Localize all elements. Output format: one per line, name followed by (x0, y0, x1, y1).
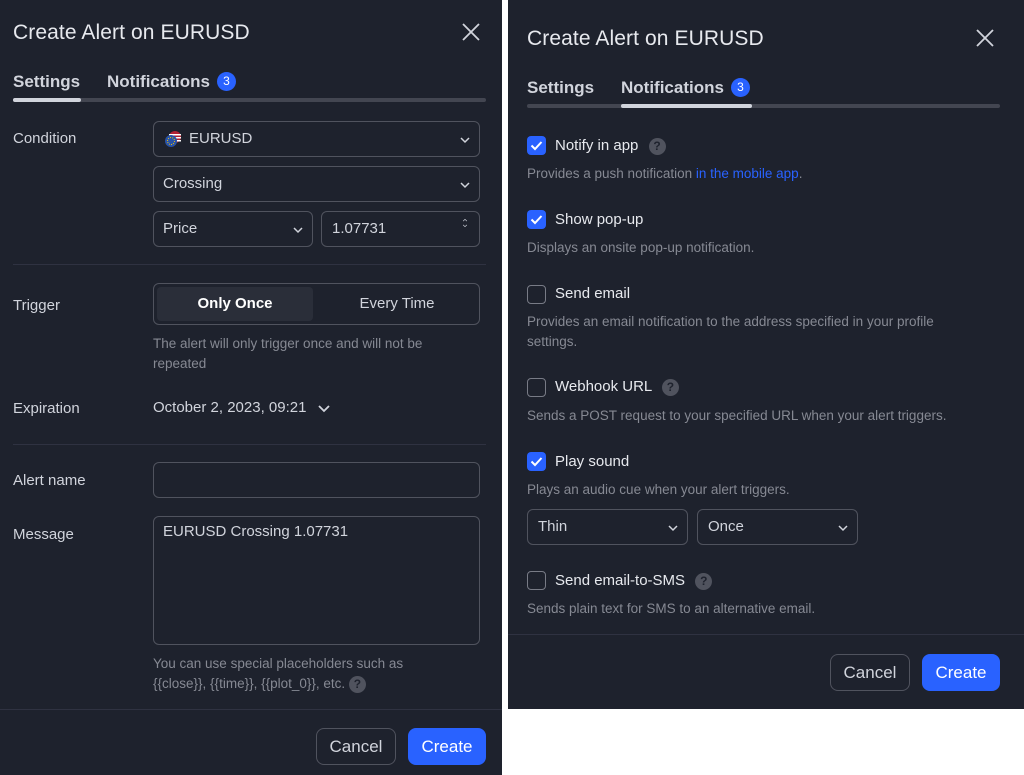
chevron-down-icon (459, 178, 471, 190)
cancel-button[interactable]: Cancel (316, 728, 396, 765)
expiration-value: October 2, 2023, 09:21 (153, 399, 307, 416)
message-value: EURUSD Crossing 1.07731 (163, 523, 349, 540)
notify-in-app-row: Notify in app ? (555, 137, 666, 155)
help-icon[interactable]: ? (648, 137, 666, 155)
checkmark-icon (530, 215, 543, 225)
send-email-to-sms-label: Send email-to-SMS (555, 572, 686, 589)
tab-track (13, 98, 486, 102)
chevron-down-icon (667, 521, 679, 533)
sound-repeat-value: Once (708, 518, 744, 535)
alert-name-label: Alert name (13, 472, 86, 489)
notify-in-app-label: Notify in app (555, 137, 639, 154)
tab-active-indicator (621, 104, 752, 108)
send-email-desc-line1: Provides an email notification to the ad… (527, 314, 934, 329)
price-value-input[interactable]: 1.07731 (321, 211, 480, 247)
operator-select[interactable]: Crossing (153, 166, 480, 202)
chevron-down-icon (317, 401, 331, 415)
expiration-picker[interactable]: October 2, 2023, 09:21 (153, 399, 331, 419)
footer-divider (508, 634, 1024, 635)
play-sound-desc: Plays an audio cue when your alert trigg… (527, 482, 790, 497)
send-email-desc-line2: settings. (527, 334, 578, 349)
sound-name-value: Thin (538, 518, 568, 535)
message-hint-line2-wrap: {{close}}, {{time}}, {{plot_0}}, etc. ? (153, 674, 483, 694)
webhook-url-checkbox[interactable] (527, 378, 546, 397)
show-popup-checkbox[interactable] (527, 210, 546, 229)
send-email-label: Send email (555, 285, 631, 302)
cancel-button[interactable]: Cancel (830, 654, 910, 691)
trigger-only-once[interactable]: Only Once (157, 287, 313, 321)
chevron-down-icon (459, 133, 471, 145)
notify-in-app-desc-text: Provides a push notification (527, 166, 696, 181)
trigger-segmented-control: Only Once Every Time (153, 283, 480, 325)
notifications-count-badge: 3 (731, 78, 750, 97)
message-hint: You can use special placeholders such as… (153, 654, 483, 694)
help-icon[interactable]: ? (661, 378, 679, 396)
webhook-url-row: Webhook URL ? (555, 378, 679, 396)
help-icon[interactable]: ? (348, 675, 366, 693)
show-popup-desc: Displays an onsite pop-up notification. (527, 240, 755, 255)
message-hint-line1: You can use special placeholders such as (153, 656, 404, 671)
message-hint-line2: {{close}}, {{time}}, {{plot_0}}, etc. (153, 676, 346, 691)
symbol-value: EURUSD (189, 130, 253, 147)
message-textarea[interactable]: EURUSD Crossing 1.07731 (153, 516, 480, 645)
settings-dialog: Create Alert on EURUSD Settings Notifica… (0, 0, 502, 775)
eurusd-flag-icon (164, 130, 182, 148)
chevron-down-icon (292, 223, 304, 235)
notify-in-app-desc-end: . (798, 166, 803, 181)
notify-in-app-checkbox[interactable] (527, 136, 546, 155)
alert-name-input[interactable] (153, 462, 480, 498)
notifications-count-badge: 3 (217, 72, 236, 91)
send-email-desc: Provides an email notification to the ad… (527, 312, 1007, 352)
divider (13, 264, 486, 265)
webhook-url-label: Webhook URL (555, 378, 652, 395)
chevron-down-icon (837, 521, 849, 533)
send-email-to-sms-checkbox[interactable] (527, 571, 546, 590)
close-icon[interactable] (459, 20, 483, 44)
message-label: Message (13, 526, 74, 543)
tab-settings[interactable]: Settings (13, 72, 80, 92)
sound-repeat-select[interactable]: Once (697, 509, 858, 545)
trigger-every-time[interactable]: Every Time (317, 287, 477, 321)
trigger-label: Trigger (13, 297, 60, 314)
operator-value: Crossing (163, 175, 223, 192)
send-email-to-sms-row: Send email-to-SMS ? (555, 572, 713, 590)
tab-notifications[interactable]: Notifications (621, 78, 724, 98)
tab-active-indicator (13, 98, 81, 102)
close-icon[interactable] (973, 26, 997, 50)
show-popup-label: Show pop-up (555, 211, 644, 228)
sound-name-select[interactable]: Thin (527, 509, 688, 545)
send-email-to-sms-desc: Sends plain text for SMS to an alternati… (527, 601, 816, 616)
expiration-label: Expiration (13, 400, 80, 417)
play-sound-checkbox[interactable] (527, 452, 546, 471)
tab-notifications[interactable]: Notifications (107, 72, 210, 92)
send-email-checkbox[interactable] (527, 285, 546, 304)
dialog-title: Create Alert on EURUSD (527, 27, 764, 50)
condition-label: Condition (13, 130, 77, 147)
price-value: 1.07731 (332, 220, 387, 237)
mobile-app-link[interactable]: in the mobile app (696, 166, 799, 181)
help-icon[interactable]: ? (695, 572, 713, 590)
divider (13, 444, 486, 445)
notify-in-app-desc: Provides a push notification in the mobi… (527, 164, 802, 184)
checkmark-icon (530, 457, 543, 467)
symbol-select[interactable]: EURUSD (153, 121, 480, 157)
trigger-hint: The alert will only trigger once and wil… (153, 336, 423, 371)
stepper-icon[interactable] (459, 216, 471, 242)
dialog-title: Create Alert on EURUSD (13, 21, 250, 44)
checkmark-icon (530, 141, 543, 151)
play-sound-label: Play sound (555, 453, 630, 470)
source-value: Price (163, 220, 198, 237)
notifications-dialog: Create Alert on EURUSD Settings Notifica… (508, 0, 1024, 709)
footer-divider (0, 709, 502, 710)
create-button[interactable]: Create (408, 728, 486, 765)
source-select[interactable]: Price (153, 211, 313, 247)
tab-settings[interactable]: Settings (527, 78, 594, 98)
webhook-url-desc: Sends a POST request to your specified U… (527, 408, 947, 423)
create-button[interactable]: Create (922, 654, 1000, 691)
tab-track (527, 104, 1000, 108)
